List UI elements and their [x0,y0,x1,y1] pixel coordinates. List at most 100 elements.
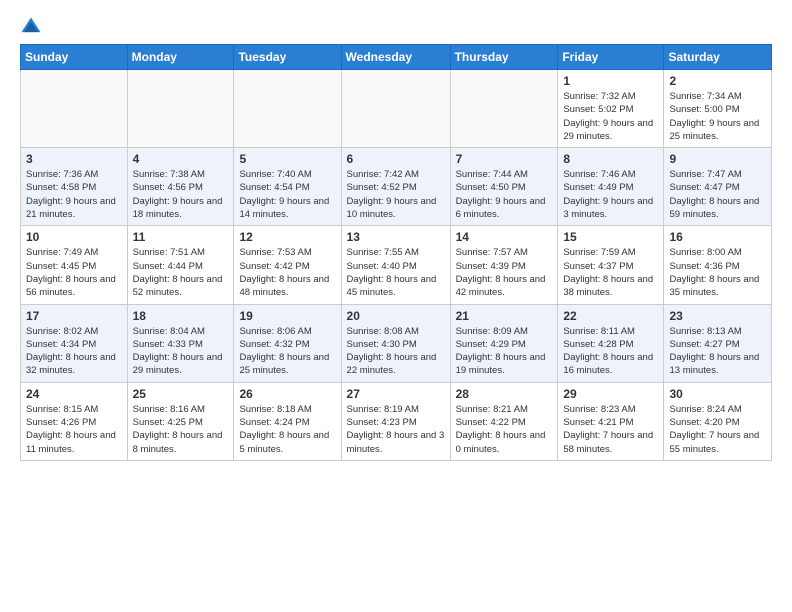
cell-content: Sunrise: 8:08 AM Sunset: 4:30 PM Dayligh… [347,325,445,378]
day-number: 8 [563,152,658,166]
cell-content: Sunrise: 8:13 AM Sunset: 4:27 PM Dayligh… [669,325,766,378]
day-number: 19 [239,309,335,323]
cell-content: Sunrise: 8:23 AM Sunset: 4:21 PM Dayligh… [563,403,658,456]
cell-content: Sunrise: 8:18 AM Sunset: 4:24 PM Dayligh… [239,403,335,456]
day-number: 25 [133,387,229,401]
cell-content: Sunrise: 8:24 AM Sunset: 4:20 PM Dayligh… [669,403,766,456]
day-number: 22 [563,309,658,323]
day-number: 6 [347,152,445,166]
calendar-cell: 12 Sunrise: 7:53 AM Sunset: 4:42 PM Dayli… [234,226,341,304]
day-number: 5 [239,152,335,166]
cell-content: Sunrise: 7:32 AM Sunset: 5:02 PM Dayligh… [563,90,658,143]
cell-content: Sunrise: 7:42 AM Sunset: 4:52 PM Dayligh… [347,168,445,221]
calendar-cell: 13 Sunrise: 7:55 AM Sunset: 4:40 PM Dayli… [341,226,450,304]
calendar-cell: 11Sunrise: 7:51 AM Sunset: 4:44 PM Dayli… [127,226,234,304]
col-header-thursday: Thursday [450,45,558,70]
calendar-cell: 14 Sunrise: 7:57 AM Sunset: 4:39 PM Dayli… [450,226,558,304]
cell-content: Sunrise: 8:15 AM Sunset: 4:26 PM Dayligh… [26,403,122,456]
logo [20,16,46,38]
cell-content: Sunrise: 7:44 AM Sunset: 4:50 PM Dayligh… [456,168,553,221]
calendar-cell: 6 Sunrise: 7:42 AM Sunset: 4:52 PM Daylig… [341,148,450,226]
day-number: 27 [347,387,445,401]
cell-content: Sunrise: 8:02 AM Sunset: 4:34 PM Dayligh… [26,325,122,378]
day-number: 30 [669,387,766,401]
cell-content: Sunrise: 7:47 AM Sunset: 4:47 PM Dayligh… [669,168,766,221]
calendar-cell [341,70,450,148]
day-number: 23 [669,309,766,323]
cell-content: Sunrise: 7:34 AM Sunset: 5:00 PM Dayligh… [669,90,766,143]
calendar-cell [450,70,558,148]
calendar-cell: 25 Sunrise: 8:16 AM Sunset: 4:25 PM Dayli… [127,382,234,460]
col-header-monday: Monday [127,45,234,70]
day-number: 28 [456,387,553,401]
day-number: 3 [26,152,122,166]
col-header-sunday: Sunday [21,45,128,70]
calendar-cell: 19 Sunrise: 8:06 AM Sunset: 4:32 PM Dayli… [234,304,341,382]
calendar-cell: 30 Sunrise: 8:24 AM Sunset: 4:20 PM Dayli… [664,382,772,460]
calendar-cell: 27 Sunrise: 8:19 AM Sunset: 4:23 PM Dayli… [341,382,450,460]
day-number: 17 [26,309,122,323]
calendar-cell: 2 Sunrise: 7:34 AM Sunset: 5:00 PM Daylig… [664,70,772,148]
cell-content: Sunrise: 7:55 AM Sunset: 4:40 PM Dayligh… [347,246,445,299]
cell-content: Sunrise: 8:04 AM Sunset: 4:33 PM Dayligh… [133,325,229,378]
calendar-cell [21,70,128,148]
calendar-cell: 16 Sunrise: 8:00 AM Sunset: 4:36 PM Dayli… [664,226,772,304]
day-number: 16 [669,230,766,244]
logo-icon [20,16,42,38]
day-number: 13 [347,230,445,244]
calendar-cell: 29Sunrise: 8:23 AM Sunset: 4:21 PM Dayli… [558,382,664,460]
cell-content: Sunrise: 7:51 AM Sunset: 4:44 PM Dayligh… [133,246,229,299]
col-header-friday: Friday [558,45,664,70]
day-number: 24 [26,387,122,401]
day-number: 20 [347,309,445,323]
cell-content: Sunrise: 7:49 AM Sunset: 4:45 PM Dayligh… [26,246,122,299]
cell-content: Sunrise: 8:19 AM Sunset: 4:23 PM Dayligh… [347,403,445,456]
cell-content: Sunrise: 7:53 AM Sunset: 4:42 PM Dayligh… [239,246,335,299]
calendar-cell [234,70,341,148]
cell-content: Sunrise: 8:16 AM Sunset: 4:25 PM Dayligh… [133,403,229,456]
calendar-cell: 15Sunrise: 7:59 AM Sunset: 4:37 PM Dayli… [558,226,664,304]
col-header-saturday: Saturday [664,45,772,70]
day-number: 9 [669,152,766,166]
calendar-cell: 20 Sunrise: 8:08 AM Sunset: 4:30 PM Dayli… [341,304,450,382]
cell-content: Sunrise: 8:00 AM Sunset: 4:36 PM Dayligh… [669,246,766,299]
day-number: 18 [133,309,229,323]
cell-content: Sunrise: 8:09 AM Sunset: 4:29 PM Dayligh… [456,325,553,378]
calendar-cell: 26 Sunrise: 8:18 AM Sunset: 4:24 PM Dayli… [234,382,341,460]
day-number: 26 [239,387,335,401]
calendar-cell: 21 Sunrise: 8:09 AM Sunset: 4:29 PM Dayli… [450,304,558,382]
calendar-cell: 1Sunrise: 7:32 AM Sunset: 5:02 PM Daylig… [558,70,664,148]
cell-content: Sunrise: 7:57 AM Sunset: 4:39 PM Dayligh… [456,246,553,299]
cell-content: Sunrise: 8:06 AM Sunset: 4:32 PM Dayligh… [239,325,335,378]
calendar-cell: 9 Sunrise: 7:47 AM Sunset: 4:47 PM Daylig… [664,148,772,226]
calendar-cell: 4Sunrise: 7:38 AM Sunset: 4:56 PM Daylig… [127,148,234,226]
day-number: 2 [669,74,766,88]
day-number: 14 [456,230,553,244]
day-number: 7 [456,152,553,166]
cell-content: Sunrise: 7:46 AM Sunset: 4:49 PM Dayligh… [563,168,658,221]
day-number: 21 [456,309,553,323]
calendar-cell: 24 Sunrise: 8:15 AM Sunset: 4:26 PM Dayli… [21,382,128,460]
cell-content: Sunrise: 8:11 AM Sunset: 4:28 PM Dayligh… [563,325,658,378]
day-number: 15 [563,230,658,244]
calendar-cell: 10 Sunrise: 7:49 AM Sunset: 4:45 PM Dayli… [21,226,128,304]
col-header-tuesday: Tuesday [234,45,341,70]
calendar-table: SundayMondayTuesdayWednesdayThursdayFrid… [20,44,772,461]
day-number: 4 [133,152,229,166]
cell-content: Sunrise: 7:36 AM Sunset: 4:58 PM Dayligh… [26,168,122,221]
cell-content: Sunrise: 7:40 AM Sunset: 4:54 PM Dayligh… [239,168,335,221]
calendar-cell: 17 Sunrise: 8:02 AM Sunset: 4:34 PM Dayli… [21,304,128,382]
calendar-cell [127,70,234,148]
day-number: 12 [239,230,335,244]
col-header-wednesday: Wednesday [341,45,450,70]
calendar-cell: 3 Sunrise: 7:36 AM Sunset: 4:58 PM Daylig… [21,148,128,226]
calendar-cell: 7 Sunrise: 7:44 AM Sunset: 4:50 PM Daylig… [450,148,558,226]
calendar-cell: 23 Sunrise: 8:13 AM Sunset: 4:27 PM Dayli… [664,304,772,382]
calendar-cell: 8 Sunrise: 7:46 AM Sunset: 4:49 PM Daylig… [558,148,664,226]
day-number: 10 [26,230,122,244]
calendar-cell: 28 Sunrise: 8:21 AM Sunset: 4:22 PM Dayli… [450,382,558,460]
calendar-cell: 5 Sunrise: 7:40 AM Sunset: 4:54 PM Daylig… [234,148,341,226]
calendar-cell: 18 Sunrise: 8:04 AM Sunset: 4:33 PM Dayli… [127,304,234,382]
calendar-cell: 22 Sunrise: 8:11 AM Sunset: 4:28 PM Dayli… [558,304,664,382]
cell-content: Sunrise: 8:21 AM Sunset: 4:22 PM Dayligh… [456,403,553,456]
